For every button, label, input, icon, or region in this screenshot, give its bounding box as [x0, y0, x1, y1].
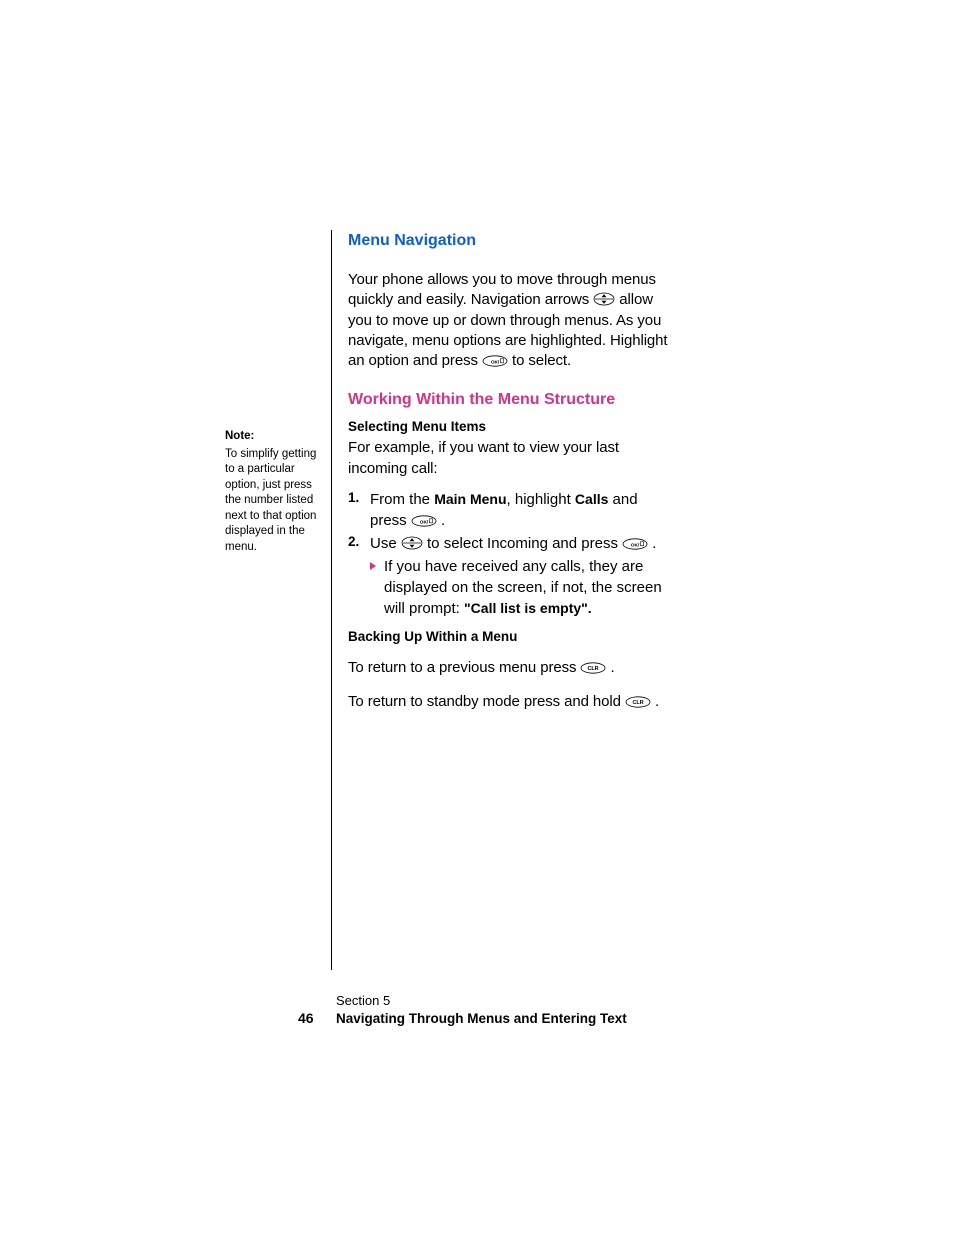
- text: .: [651, 693, 659, 710]
- ok-key-icon: OK/: [411, 515, 437, 527]
- note-title: Note:: [225, 429, 321, 445]
- bold-call-list-empty: "Call list is empty".: [464, 600, 592, 616]
- main-content: Menu Navigation Your phone allows you to…: [348, 232, 668, 716]
- bold-main-menu: Main Menu: [434, 491, 506, 507]
- ok-key-icon: OK/: [482, 355, 508, 367]
- margin-note: Note: To simplify getting to a particula…: [225, 429, 321, 555]
- step-body: Use to select Incoming and press: [370, 533, 668, 554]
- step-number: 1.: [348, 489, 370, 508]
- bold-calls: Calls: [575, 491, 608, 507]
- example-lead: For example, if you want to view your la…: [348, 438, 668, 479]
- page: Note: To simplify getting to a particula…: [0, 0, 954, 1235]
- clr-key-icon: CLR: [625, 696, 651, 708]
- back-paragraph-1: To return to a previous menu press CLR .: [348, 658, 668, 678]
- triangle-bullet-icon: [370, 562, 376, 570]
- text: To return to a previous menu press: [348, 659, 580, 676]
- text: From the: [370, 491, 434, 508]
- page-footer: Section 5 46 Navigating Through Menus an…: [298, 993, 627, 1026]
- step-number: 2.: [348, 533, 370, 552]
- clr-key-icon: CLR: [580, 662, 606, 674]
- nav-key-icon: [593, 292, 615, 306]
- nav-key-icon: [401, 536, 423, 550]
- intro-text-c: to select.: [512, 352, 571, 369]
- text: .: [606, 659, 614, 676]
- step-1: 1. From the Main Menu, highlight Calls a…: [348, 489, 668, 531]
- heading-menu-navigation: Menu Navigation: [348, 232, 668, 250]
- text: .: [437, 512, 445, 529]
- vertical-divider: [331, 230, 332, 970]
- page-number: 46: [298, 1010, 336, 1026]
- note-body: To simplify getting to a particular opti…: [225, 447, 321, 556]
- subheading-selecting: Selecting Menu Items: [348, 419, 668, 434]
- bullet-body: If you have received any calls, they are…: [384, 556, 668, 619]
- svg-text:OK/: OK/: [631, 542, 640, 548]
- text: .: [648, 535, 656, 552]
- intro-paragraph: Your phone allows you to move through me…: [348, 270, 668, 371]
- footer-title: Navigating Through Menus and Entering Te…: [336, 1011, 627, 1026]
- svg-text:OK/: OK/: [491, 359, 500, 365]
- text: , highlight: [507, 491, 575, 508]
- ok-key-icon: OK/: [622, 538, 648, 550]
- subheading-backing-up: Backing Up Within a Menu: [348, 629, 668, 644]
- text: to select Incoming and press: [427, 535, 622, 552]
- text: Use: [370, 535, 401, 552]
- heading-working-within: Working Within the Menu Structure: [348, 391, 668, 409]
- sub-bullet: If you have received any calls, they are…: [370, 556, 668, 619]
- section-label: Section 5: [336, 993, 627, 1008]
- step-body: From the Main Menu, highlight Calls and …: [370, 489, 668, 531]
- back-paragraph-2: To return to standby mode press and hold…: [348, 692, 668, 712]
- svg-text:OK/: OK/: [420, 519, 429, 525]
- step-2: 2. Use to select Incoming and press: [348, 533, 668, 554]
- text: To return to standby mode press and hold: [348, 693, 625, 710]
- svg-text:CLR: CLR: [588, 666, 599, 672]
- svg-text:CLR: CLR: [632, 700, 643, 706]
- ordered-list: 1. From the Main Menu, highlight Calls a…: [348, 489, 668, 619]
